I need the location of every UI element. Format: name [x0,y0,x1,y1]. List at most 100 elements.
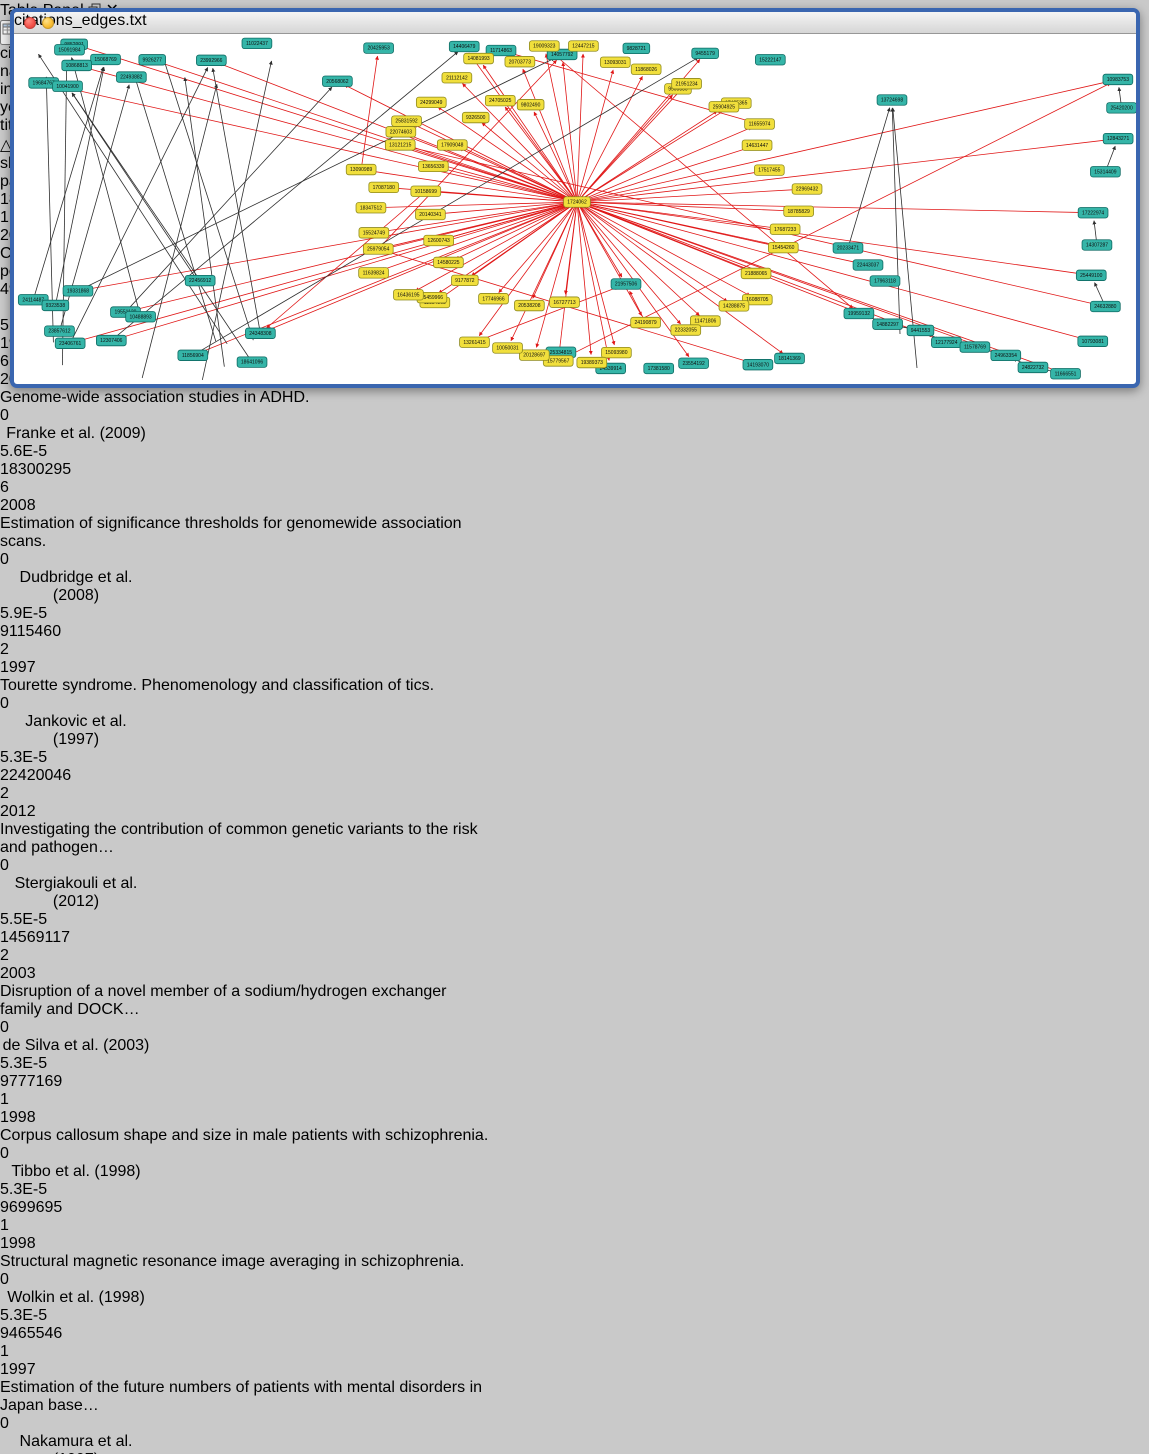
graph-node[interactable]: 14406479 [449,41,479,52]
graph-node[interactable]: 18785829 [784,206,814,217]
graph-node[interactable]: 14580225 [434,257,464,268]
graph-node[interactable]: 9177872 [452,275,479,286]
graph-node[interactable]: 10050031 [493,343,523,354]
graph-node[interactable]: 12843271 [1103,133,1133,144]
graph-node[interactable]: 15454260 [768,242,798,253]
graph-node[interactable]: 15093980 [601,347,631,358]
graph-node[interactable]: 23857612 [45,326,75,337]
graph-node[interactable]: 24963354 [991,350,1021,361]
graph-node[interactable]: 10983753 [1103,74,1133,85]
graph-node[interactable]: 10488893 [126,311,156,322]
graph-node[interactable]: 15091984 [55,45,85,56]
graph-node[interactable]: 17687233 [770,224,800,235]
graph-node[interactable]: 13656339 [418,161,448,172]
graph-node[interactable]: 11868026 [631,64,661,75]
graph-node[interactable]: 15524749 [359,228,389,239]
graph-node[interactable]: 19959132 [844,308,874,319]
graph-node[interactable]: 16727713 [550,297,580,308]
graph-node[interactable]: 18141369 [775,353,805,364]
graph-node[interactable]: 9828721 [623,43,650,54]
graph-node[interactable]: 10868813 [62,60,92,71]
graph-node[interactable]: 24190879 [631,317,661,328]
graph-node[interactable]: 12307406 [96,335,126,346]
graph-node[interactable]: 22074603 [386,127,416,137]
graph-node[interactable]: 13121215 [385,140,415,151]
graph-node[interactable]: 15314409 [1090,166,1120,177]
graph-node[interactable]: 10158699 [411,186,441,197]
graph-node[interactable]: 21951234 [672,78,702,89]
graph-node[interactable]: 17222974 [1078,207,1108,218]
graph-node[interactable]: 11578769 [960,342,990,353]
table-row[interactable]: 946554611997Estimation of the future num… [0,1325,1149,1454]
graph-node[interactable]: 9802490 [517,99,544,110]
graph-node[interactable]: 11639824 [359,268,389,279]
graph-node[interactable]: 22493882 [116,72,146,83]
graph-node[interactable]: 20425953 [364,43,394,54]
graph-node[interactable]: 14193070 [743,359,773,370]
graph-node[interactable]: 20538208 [514,300,544,311]
network-canvas[interactable]: 1968476715068769992627710041900985299115… [14,34,1136,384]
graph-node[interactable]: 10041900 [53,81,83,92]
zoom-window-button[interactable] [60,17,72,29]
graph-node[interactable]: 23554192 [679,358,709,369]
graph-node[interactable]: 20568062 [322,76,352,87]
graph-node[interactable]: 12600743 [424,235,454,246]
graph-node[interactable]: 12447215 [569,41,599,52]
network-window-titlebar[interactable]: citations_edges.txt [14,12,1136,34]
graph-node[interactable]: 11856904 [178,350,208,361]
graph-node[interactable]: 22332055 [671,325,701,336]
graph-node[interactable]: 25904925 [709,102,739,113]
graph-node[interactable]: 9926277 [139,55,166,66]
graph-node[interactable]: 14081993 [464,53,494,64]
graph-node[interactable]: 24632880 [1090,301,1120,312]
graph-node[interactable]: 12177924 [931,337,961,348]
table-row[interactable]: 977716911998Corpus callosum shape and si… [0,1073,1149,1199]
graph-node[interactable]: 21888065 [741,268,771,279]
graph-node[interactable]: 17963118 [870,276,900,287]
graph-node[interactable]: 25449100 [1076,270,1106,281]
graph-node[interactable]: 22443037 [853,260,883,271]
graph-node[interactable]: 16436195 [394,290,424,301]
graph-node[interactable]: 24822732 [1018,362,1048,373]
graph-node[interactable]: 18347512 [356,203,386,214]
graph-node[interactable]: 25420200 [1107,103,1136,114]
graph-node[interactable]: 11022437 [242,38,272,49]
minimize-window-button[interactable] [42,17,54,29]
table-row[interactable]: 911546021997Tourette syndrome. Phenomeno… [0,623,1149,767]
graph-node[interactable]: 15068769 [91,54,121,65]
table-row[interactable]: 969969511998Structural magnetic resonanc… [0,1199,1149,1325]
graph-node[interactable]: 24705025 [485,95,515,106]
graph-node[interactable]: 13093031 [600,57,630,68]
graph-node[interactable]: 19389373 [577,357,607,368]
graph-node[interactable]: 10793081 [1078,336,1108,347]
graph-node[interactable]: 15222147 [755,54,785,64]
graph-node[interactable]: 20703773 [505,56,535,67]
graph-node[interactable]: 21112142 [442,73,472,84]
graph-node[interactable]: 17517455 [754,165,784,176]
graph-node[interactable]: 17909048 [437,140,467,151]
graph-node[interactable]: 13261415 [460,337,490,348]
graph-node[interactable]: 19009323 [529,41,559,52]
graph-node[interactable]: 25831592 [392,116,422,127]
graph-node[interactable]: 9323538 [42,300,69,311]
graph-node[interactable]: 17746966 [479,293,509,304]
graph-node[interactable]: 13090989 [346,164,376,175]
graph-node[interactable]: 17381580 [644,363,674,374]
graph-node[interactable]: 9326500 [462,112,489,123]
graph-node[interactable]: 17087180 [369,182,399,193]
graph-node[interactable]: 21957506 [611,279,641,290]
graph-node[interactable]: 1724062 [564,197,591,208]
graph-node[interactable]: 18641096 [237,357,267,368]
graph-node[interactable]: 11655974 [745,119,775,129]
graph-node[interactable]: 9455179 [692,48,719,59]
graph-node[interactable]: 20233471 [833,243,863,254]
graph-node[interactable]: 22969432 [792,184,822,195]
graph-node[interactable]: 9441553 [907,325,934,336]
close-window-button[interactable] [24,17,36,29]
graph-node[interactable]: 23992966 [196,55,226,66]
graph-node[interactable]: 19331868 [63,286,93,297]
graph-node[interactable]: 20128697 [519,350,549,361]
table-row[interactable]: 2242004622012Investigating the contribut… [0,767,1149,929]
network-view[interactable]: 1968476715068769992627710041900985299115… [14,34,1136,389]
graph-node[interactable]: 20140341 [416,209,446,220]
